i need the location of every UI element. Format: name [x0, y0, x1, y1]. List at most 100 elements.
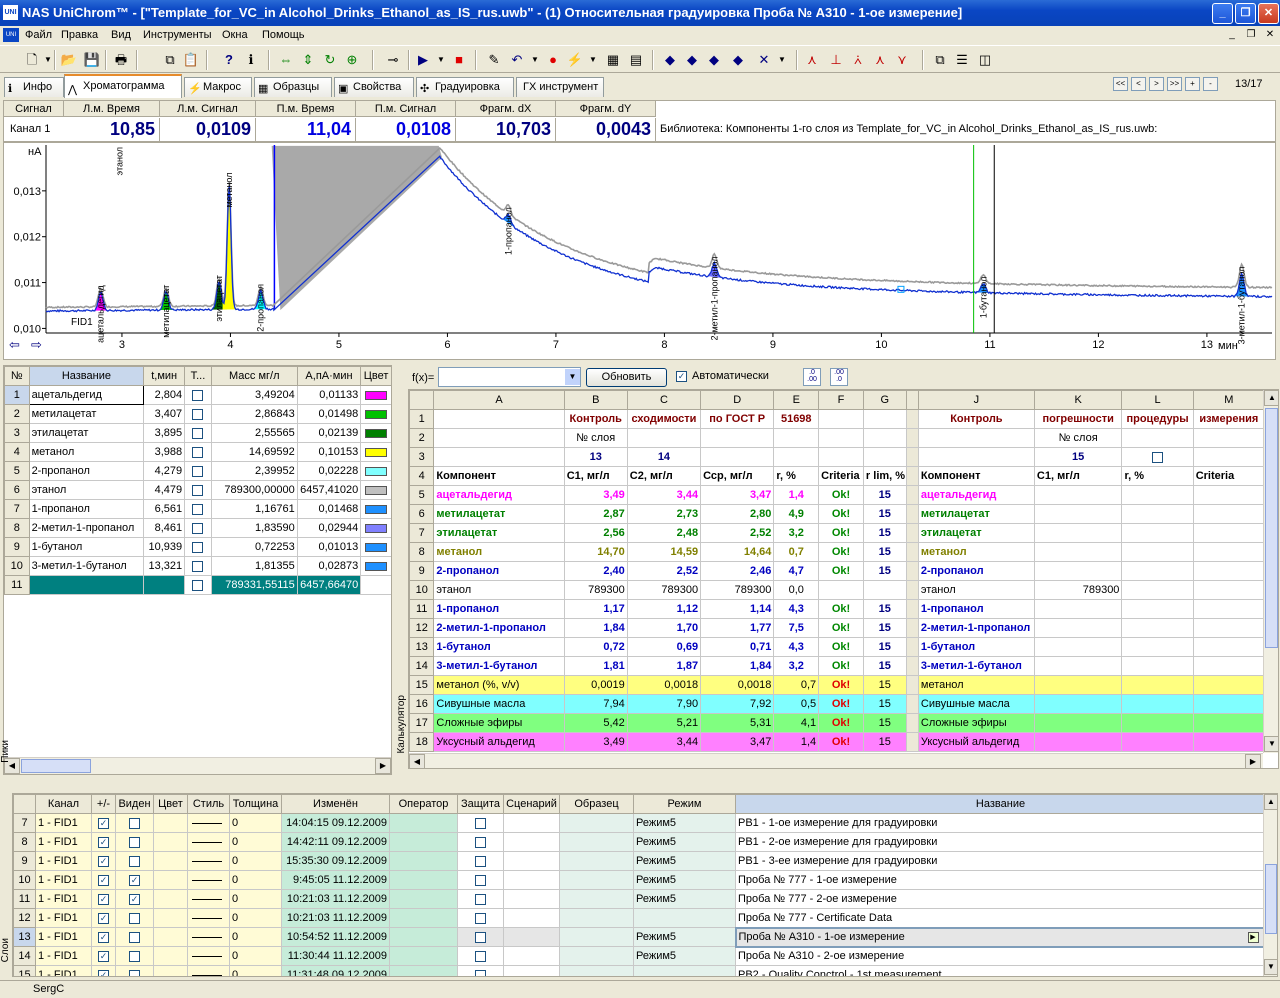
calc-cell[interactable]: 1-пропанол	[433, 599, 565, 619]
peak-row[interactable]: 9 1-бутанол 10,939 0,72253 0,01013	[4, 537, 391, 557]
calc-cell[interactable]: 7,92	[700, 694, 775, 714]
peak-flag-checkbox[interactable]	[192, 560, 204, 572]
layer-channel[interactable]: 1 - FID1	[35, 908, 92, 928]
peak-row-number[interactable]: 9	[4, 537, 30, 557]
layer-scenario[interactable]	[503, 870, 560, 890]
peak-flag-checkbox[interactable]	[192, 408, 204, 420]
peak-row-number[interactable]: 1	[4, 385, 30, 405]
calc-cell[interactable]	[1033, 713, 1123, 733]
layer-name[interactable]: Проба № А310 - 1-ое измерение ▶	[734, 926, 1267, 948]
window-cascade-icon[interactable]: ⧉	[930, 50, 950, 70]
calc-cell[interactable]: r, %	[1121, 466, 1194, 486]
layers-vscroll[interactable]: ▲ ▼	[1263, 794, 1277, 976]
calc-cell[interactable]: 2,87	[563, 504, 628, 524]
calc-cell[interactable]: 5,31	[700, 713, 775, 733]
peak-flag-cell[interactable]	[184, 480, 212, 500]
layer-col-header[interactable]: Цвет	[153, 794, 188, 814]
layer-scenario[interactable]	[503, 965, 560, 976]
auto-checkbox[interactable]: ✓	[676, 370, 687, 382]
calc-cell[interactable]: 3,2	[773, 656, 820, 676]
calc-cell[interactable]: № слоя	[1033, 428, 1123, 448]
calc-cell[interactable]: Ok!	[818, 485, 864, 505]
layer-sample[interactable]	[559, 927, 634, 947]
layer-plusminus-checkbox[interactable]: ✓	[98, 969, 109, 976]
peak-time[interactable]: 8,461	[143, 518, 186, 538]
calc-cell[interactable]: 1,70	[626, 618, 702, 638]
peak-flag-cell[interactable]	[184, 442, 212, 462]
calc-cell[interactable]	[1192, 523, 1266, 543]
peaks-col-header[interactable]: Название	[28, 366, 145, 386]
peak-flag-cell[interactable]	[184, 499, 212, 519]
calc-cell[interactable]: 2,80	[700, 504, 775, 524]
calc-cell[interactable]: 15	[862, 694, 907, 714]
calc-cell[interactable]: 15	[862, 618, 907, 638]
calc-cell[interactable]: метанол	[917, 542, 1035, 562]
calc-cell[interactable]: 0,0	[773, 580, 820, 600]
layer-col-header[interactable]: Стиль	[187, 794, 230, 814]
peak-row-number[interactable]: 5	[4, 461, 30, 481]
peak-flag-checkbox[interactable]	[192, 446, 204, 458]
edit-dropdown-icon[interactable]: ▶	[1247, 931, 1259, 943]
calc-cell[interactable]: этилацетат	[433, 523, 565, 543]
calc-cell[interactable]: измерения	[1192, 409, 1266, 429]
undo-icon[interactable]: ↶	[507, 50, 527, 70]
calc-cell[interactable]: Ok!	[818, 675, 864, 695]
calc-col-header[interactable]: L	[1121, 390, 1194, 410]
calc-cell[interactable]	[1192, 694, 1266, 714]
calc-cell[interactable]	[1121, 580, 1194, 600]
layer-col-header[interactable]: +/-	[91, 794, 116, 814]
peak-color-cell[interactable]	[360, 499, 391, 519]
calc-cell[interactable]: 3,44	[626, 485, 702, 505]
layer-width[interactable]: 0	[229, 927, 282, 947]
calc-cell[interactable]: 15	[862, 637, 907, 657]
calc-cell[interactable]: 15	[862, 713, 907, 733]
calc-cell[interactable]: 0,71	[700, 637, 775, 657]
layer-plusminus-checkbox[interactable]: ✓	[98, 912, 109, 924]
peak-name[interactable]: этилацетат	[28, 423, 145, 443]
calc-col-header[interactable]: D	[700, 390, 775, 410]
calc-cell[interactable]: Сивушные масла	[433, 694, 565, 714]
calc-cell[interactable]: метанол (%, v/v)	[433, 675, 565, 695]
peak-color-cell[interactable]	[360, 518, 391, 538]
peak-flag-cell[interactable]	[184, 537, 212, 557]
macro-dropdown-icon[interactable]: ▼	[583, 50, 603, 70]
layer-operator[interactable]	[389, 832, 458, 852]
layer-protect-checkbox[interactable]	[475, 855, 486, 867]
menu-edit[interactable]: Правка	[61, 29, 98, 41]
peak-mass[interactable]: 2,55565	[210, 423, 298, 443]
layer-row[interactable]: 11 1 - FID1 ✓ ✓ 0 10:21:03 11.12.2009 Режим5 Пр…	[13, 889, 1266, 909]
layer-scenario[interactable]	[503, 813, 560, 833]
tab-gc-instrument[interactable]: ГХ инструмент	[516, 77, 604, 97]
layer-row[interactable]: 81 - FID1 ✓ 0 14:42:11 09.12.2009 Режим5 PB1 …	[13, 832, 1266, 852]
arrow-left-icon[interactable]: ◆	[660, 50, 680, 70]
layer-row-number[interactable]: 7	[13, 813, 36, 833]
calc-cell[interactable]: 3,49	[563, 732, 628, 752]
scroll-down-arrow-icon[interactable]: ▼	[1264, 959, 1277, 975]
calc-cell[interactable]	[1192, 618, 1266, 638]
calc-cell[interactable]: r, %	[773, 466, 820, 486]
layer-plusminus-checkbox[interactable]: ✓	[98, 817, 109, 829]
layer-width[interactable]: 0	[229, 946, 282, 966]
macro-icon[interactable]: ⚡	[565, 50, 585, 70]
peak-icon-4[interactable]: ⋏	[870, 50, 890, 70]
calc-cell[interactable]: С2, мг/л	[626, 466, 702, 486]
calc-cell[interactable]: 15	[862, 485, 907, 505]
calc-cell[interactable]: 14,59	[626, 542, 702, 562]
combo-dropdown-icon[interactable]: ▼	[565, 369, 580, 385]
layer-plusminus-cell[interactable]: ✓	[91, 813, 116, 833]
calc-cell[interactable]: № слоя	[563, 428, 628, 448]
calc-cell[interactable]: этилацетат	[917, 523, 1035, 543]
calc-cell[interactable]: этанол	[917, 580, 1035, 600]
layer-name[interactable]: PB2 - Quality Conctrol - 1st measurement	[735, 965, 1266, 976]
peak-color-cell[interactable]	[360, 480, 391, 500]
layer-operator[interactable]	[389, 965, 458, 976]
calc-cell[interactable]	[1033, 656, 1123, 676]
calc-cell[interactable]	[1192, 485, 1266, 505]
calc-cell[interactable]: 15	[862, 542, 907, 562]
calc-cell[interactable]: Уксусный альдегид	[433, 732, 565, 752]
layer-mode[interactable]: Режим5	[633, 889, 736, 909]
calc-cell[interactable]: сходимости	[626, 409, 702, 429]
layer-width[interactable]: 0	[229, 908, 282, 928]
layer-sample[interactable]	[559, 832, 634, 852]
layer-protect-checkbox[interactable]	[475, 836, 486, 848]
